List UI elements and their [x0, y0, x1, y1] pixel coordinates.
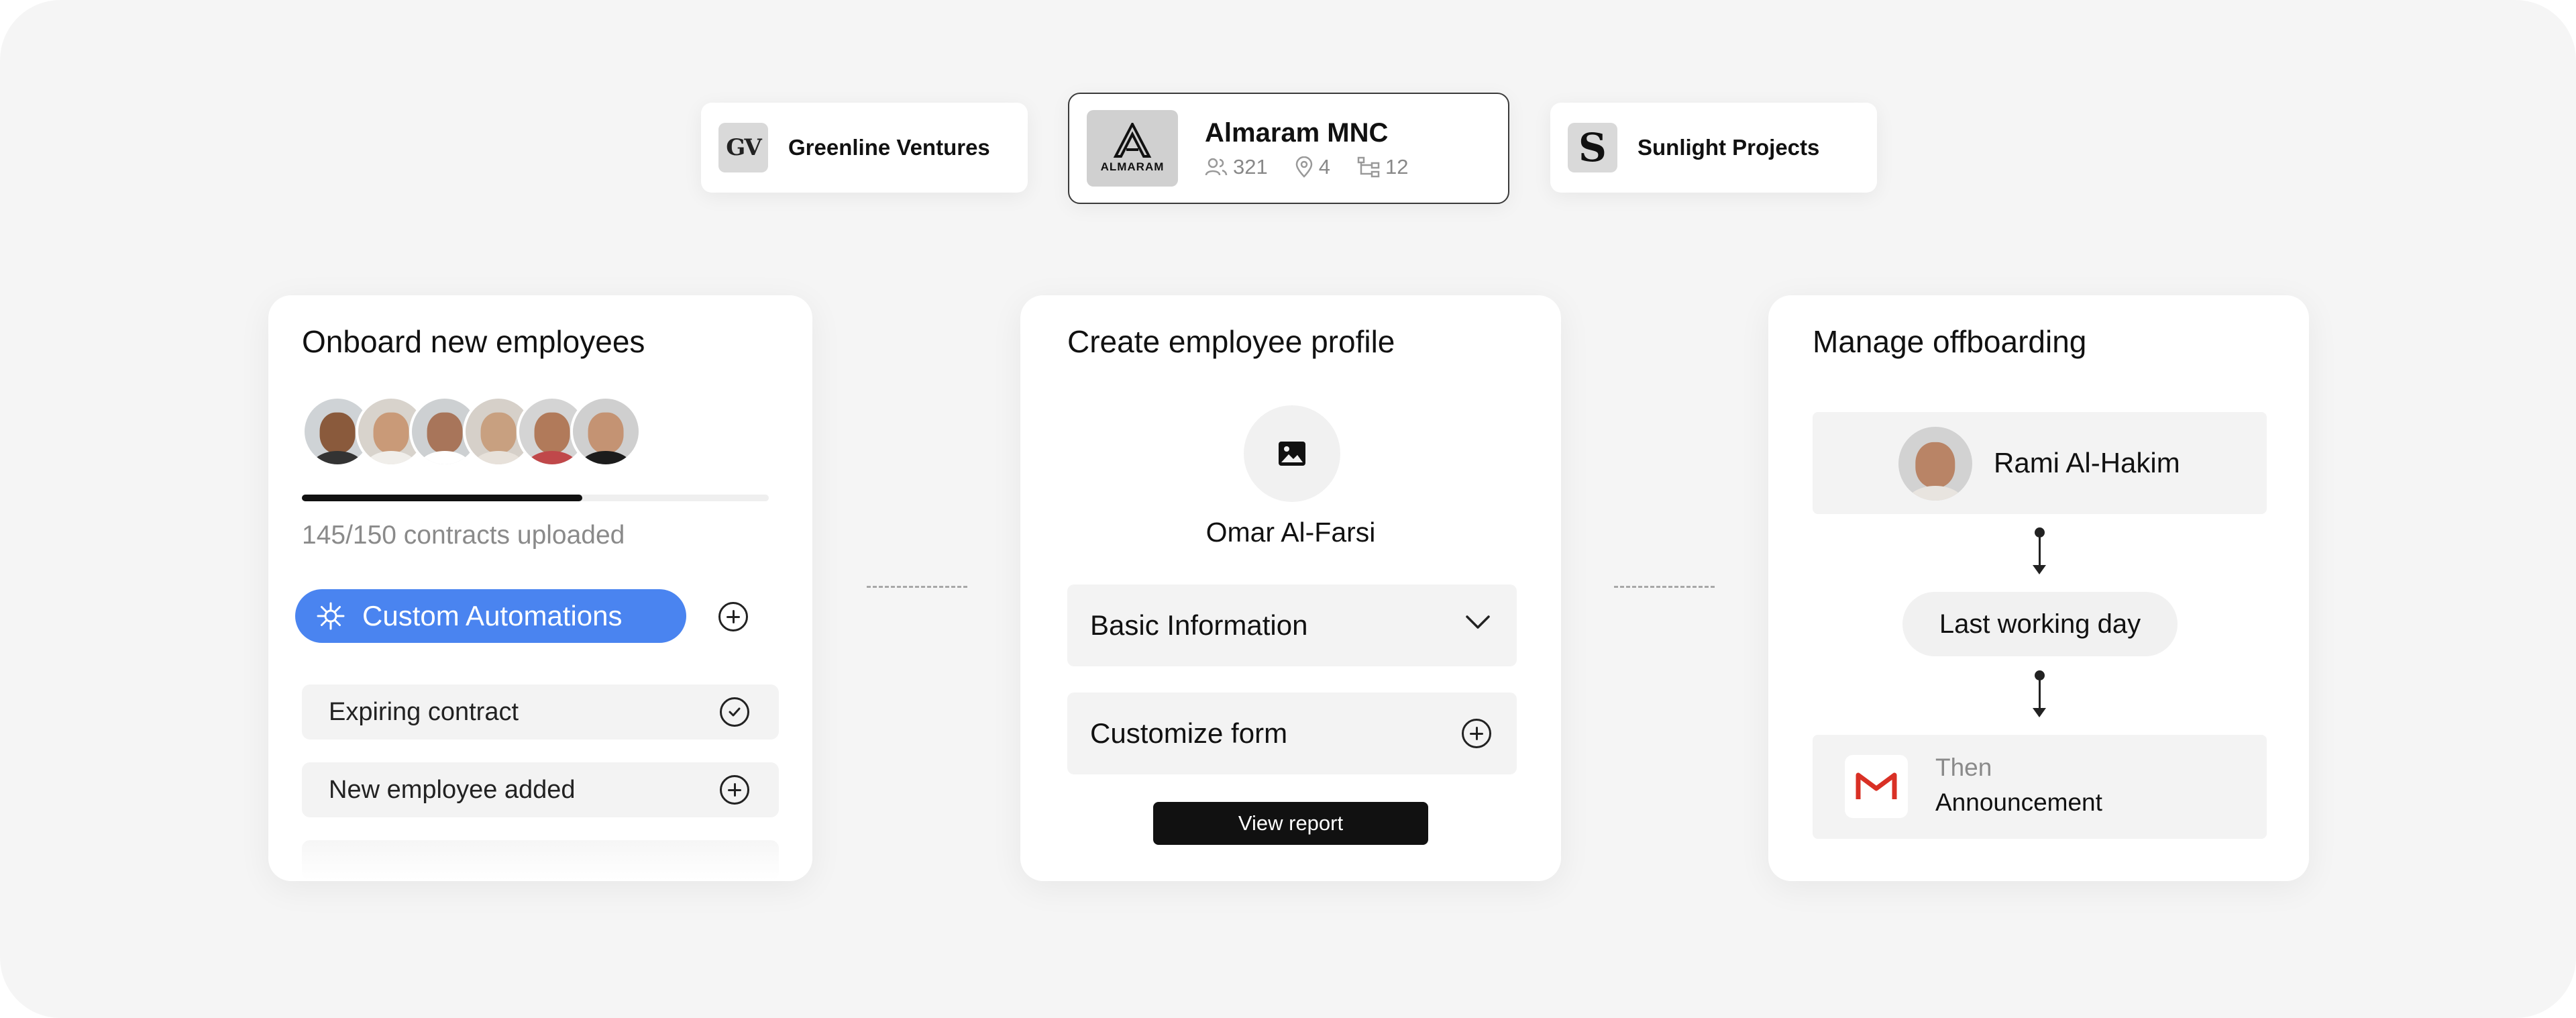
company-name: Sunlight Projects — [1638, 135, 1820, 160]
employee-name: Omar Al-Farsi — [1205, 517, 1376, 548]
arrow-down-icon — [2033, 565, 2046, 574]
almaram-mark-icon — [1113, 123, 1152, 158]
company-stats: 321 4 12 — [1205, 155, 1435, 179]
action-label: Announcement — [1935, 788, 2102, 816]
dashed-connector — [1614, 586, 1715, 588]
sunlight-logo-icon: S — [1568, 123, 1617, 172]
customize-form-section[interactable]: Customize form — [1067, 693, 1517, 774]
trigger-row-faded — [302, 840, 779, 880]
announcement-action[interactable]: Then Announcement — [1813, 735, 2267, 839]
avatar — [1898, 427, 1972, 501]
canvas: GV Greenline Ventures ALMARAM Almaram MN… — [0, 0, 2576, 1018]
company-almaram[interactable]: ALMARAM Almaram MNC 321 4 12 — [1068, 93, 1509, 204]
company-name: Greenline Ventures — [788, 135, 990, 160]
chevron-down-icon — [1466, 615, 1490, 629]
profile-card: Create employee profile Omar Al-Farsi Ba… — [1020, 295, 1561, 881]
check-circle-icon[interactable] — [720, 697, 749, 727]
section-label: Basic Information — [1090, 609, 1308, 641]
basic-information-section[interactable]: Basic Information — [1067, 584, 1517, 666]
almaram-logo-icon: ALMARAM — [1087, 110, 1178, 187]
trigger-pill[interactable]: Last working day — [1902, 592, 2178, 656]
trigger-label: New employee added — [329, 775, 576, 804]
card-title: Onboard new employees — [302, 324, 645, 359]
progress-fill — [302, 495, 582, 501]
then-label: Then — [1935, 754, 1992, 781]
locations-stat: 4 — [1295, 155, 1330, 179]
company-name: Almaram MNC — [1205, 117, 1389, 148]
card-title: Create employee profile — [1067, 324, 1395, 359]
company-sunlight[interactable]: S Sunlight Projects — [1550, 103, 1877, 193]
gmail-icon — [1845, 755, 1908, 818]
progress-label: 145/150 contracts uploaded — [302, 521, 625, 550]
flow-line — [2039, 534, 2041, 568]
avatar — [570, 396, 641, 467]
company-greenline[interactable]: GV Greenline Ventures — [701, 103, 1028, 193]
profile-photo-upload[interactable] — [1244, 405, 1340, 502]
contracts-progress-bar — [302, 495, 769, 501]
location-pin-icon — [1295, 156, 1312, 178]
people-icon — [1205, 158, 1228, 175]
custom-automations-button[interactable]: Custom Automations — [295, 589, 686, 643]
onboard-card: Onboard new employees 145/150 contracts … — [268, 295, 812, 881]
employee-avatars — [302, 396, 641, 467]
flow-line — [2039, 677, 2041, 711]
trigger-row[interactable]: Expiring contract — [302, 684, 779, 740]
departments-stat: 12 — [1357, 155, 1408, 179]
card-title: Manage offboarding — [1813, 324, 2087, 359]
gv-logo-icon: GV — [718, 123, 768, 172]
offboarding-employee[interactable]: Rami Al-Hakim — [1813, 412, 2267, 514]
people-stat: 321 — [1205, 155, 1268, 179]
automation-label: Custom Automations — [362, 600, 623, 631]
offboarding-card: Manage offboarding Rami Al-Hakim Last wo… — [1768, 295, 2309, 881]
section-label: Customize form — [1090, 717, 1288, 749]
plus-circle-icon[interactable] — [720, 775, 749, 805]
image-icon — [1279, 442, 1305, 466]
trigger-label: Expiring contract — [329, 697, 519, 726]
employee-name: Rami Al-Hakim — [1994, 447, 2180, 478]
view-report-button[interactable]: View report — [1153, 802, 1428, 845]
sparkle-icon — [317, 602, 345, 630]
trigger-row[interactable]: New employee added — [302, 762, 779, 817]
plus-circle-icon[interactable] — [1462, 719, 1491, 748]
add-automation-button[interactable] — [718, 602, 748, 631]
org-chart-icon — [1357, 156, 1380, 177]
dashed-connector — [867, 586, 967, 588]
arrow-down-icon — [2033, 708, 2046, 717]
